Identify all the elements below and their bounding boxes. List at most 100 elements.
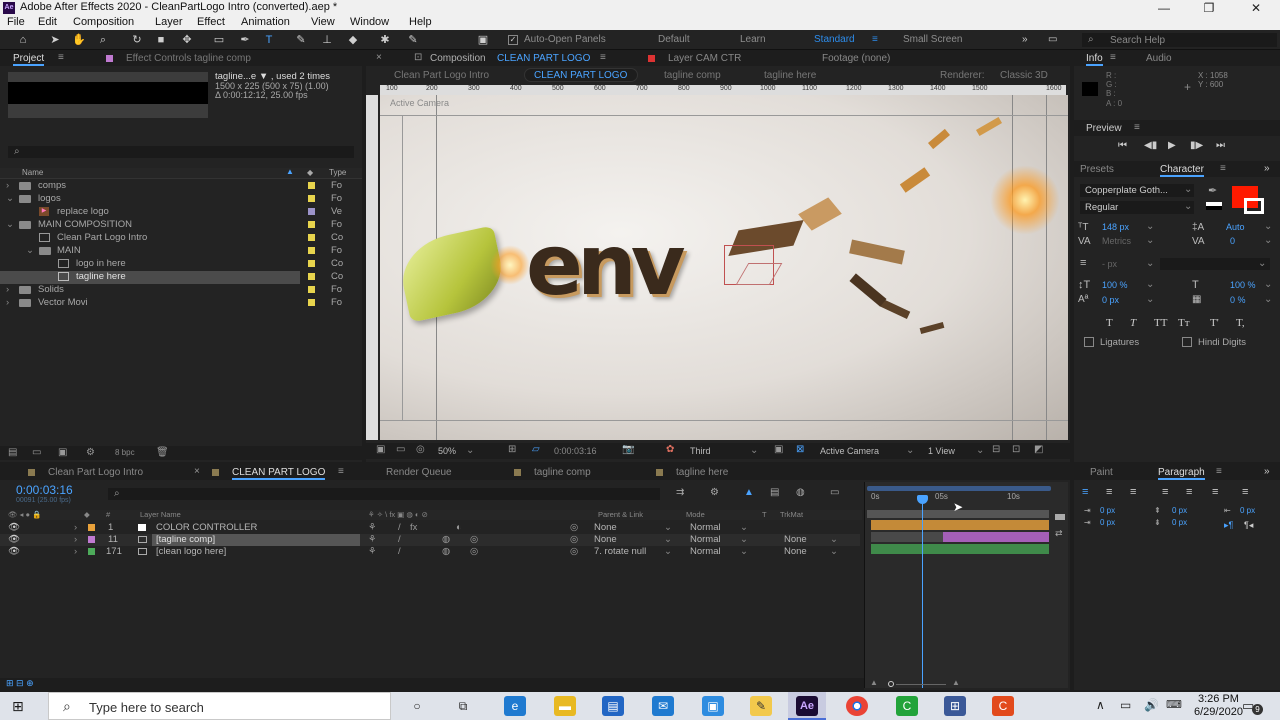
zoom-out-icon[interactable]: ▲ — [870, 678, 878, 687]
font-style-dropdown[interactable]: Regular ⌄ — [1080, 201, 1194, 214]
layer-row[interactable]: 👁 › 1 COLOR CONTROLLER ⚘ / fx ◐ ◎ None ⌄… — [0, 522, 860, 534]
hindi-digits-checkbox[interactable] — [1182, 337, 1192, 347]
workspace-standard[interactable]: Standard — [814, 34, 855, 45]
parent-value[interactable]: None — [594, 534, 617, 545]
bpc-label[interactable]: 8 bpc — [115, 448, 135, 457]
collapse-icon[interactable]: ⌄ — [26, 245, 34, 256]
quality-switch-icon[interactable]: / — [398, 546, 401, 557]
composition-tab-prefix[interactable]: Composition — [430, 53, 486, 64]
play-icon[interactable]: ▶ — [1168, 140, 1176, 151]
menu-window[interactable]: Window — [350, 16, 389, 28]
workspace-default[interactable]: Default — [658, 34, 690, 45]
frame-blending-icon[interactable]: ▤ — [770, 487, 779, 498]
roto-brush-tool-icon[interactable]: ✱ — [378, 33, 392, 47]
dropdown-icon[interactable]: ⌄ — [1146, 294, 1154, 305]
cortana-icon[interactable]: ○ — [406, 696, 428, 716]
transparency-grid-icon[interactable]: ⊠ — [796, 444, 804, 455]
paragraph-menu-icon[interactable]: ≡ — [1216, 466, 1222, 477]
character-menu-icon[interactable]: ≡ — [1220, 163, 1226, 174]
project-item[interactable]: ⌄ MAIN COMPOSITION Fo — [0, 219, 362, 232]
leading-value[interactable]: Auto — [1226, 222, 1245, 232]
dropdown-icon[interactable]: ⌄ — [1146, 221, 1154, 232]
stroke-type-dropdown[interactable]: ⌄ — [1160, 258, 1270, 270]
paint-tab[interactable]: Paint — [1090, 467, 1113, 478]
expand-icon[interactable]: › — [74, 534, 77, 545]
dropdown-icon[interactable]: ⌄ — [664, 522, 672, 533]
pen-tool-icon[interactable]: ✒ — [238, 33, 252, 47]
info-tab[interactable]: Info — [1086, 53, 1103, 66]
shy-switch-icon[interactable]: ⚘ — [368, 522, 377, 533]
preview-menu-icon[interactable]: ≡ — [1134, 122, 1140, 133]
photos-icon[interactable]: ▣ — [702, 696, 724, 716]
close-tab-icon[interactable]: × — [376, 52, 382, 63]
composition-canvas[interactable]: Active Camera env — [380, 95, 1068, 440]
lock-icon[interactable]: ⊡ — [414, 52, 422, 63]
indent-right-value[interactable]: 0 px — [1240, 506, 1255, 515]
color-channel-icon[interactable]: ✿ — [666, 444, 674, 455]
audio-tab[interactable]: Audio — [1146, 53, 1172, 64]
project-item-selected[interactable]: tagline here — [0, 271, 300, 284]
project-item[interactable]: ▶ replace logo Ve — [0, 206, 362, 219]
first-frame-icon[interactable]: ⏮ — [1118, 140, 1127, 151]
mode-header[interactable]: Mode — [686, 510, 705, 519]
view-camera-value[interactable]: Active Camera — [820, 446, 879, 456]
shy-switch-icon[interactable]: ⚘ — [368, 546, 377, 557]
comp-button-icon[interactable]: ⇄ — [1055, 528, 1063, 539]
type-tool-icon[interactable]: T — [262, 33, 276, 47]
fast-preview-icon[interactable]: ◩ — [1034, 444, 1043, 455]
viewer-timecode[interactable]: 0:00:03:16 — [554, 446, 597, 456]
work-area-bar[interactable] — [867, 486, 1051, 491]
zoom-slider-thumb[interactable] — [888, 681, 894, 687]
layer-tab[interactable]: Layer CAM CTR — [668, 53, 741, 64]
project-item[interactable]: ⌄ MAIN Fo — [0, 245, 362, 258]
mode-value[interactable]: Normal — [690, 522, 721, 533]
selection-tool-icon[interactable]: ➤ — [48, 33, 62, 47]
faux-bold-button[interactable]: T — [1106, 317, 1113, 329]
breadcrumb-item[interactable]: Clean Part Logo Intro — [394, 70, 489, 81]
layer-switches-icon[interactable]: ⊞ ⊟ ⊕ — [6, 678, 34, 689]
visibility-icon[interactable]: 👁 — [8, 534, 20, 545]
workspace-menu-icon[interactable]: ≡ — [872, 34, 878, 45]
horizontal-scale-value[interactable]: 100 % — [1230, 280, 1256, 290]
small-caps-button[interactable]: Tт — [1178, 317, 1190, 329]
space-after-value[interactable]: 0 px — [1172, 518, 1187, 527]
effect-controls-tab[interactable]: Effect Controls tagline comp — [126, 53, 251, 64]
subscript-button[interactable]: T, — [1236, 317, 1245, 329]
layer-label-swatch[interactable] — [88, 524, 95, 531]
zoom-tool-icon[interactable]: ⌕ — [96, 33, 110, 47]
auto-open-checkbox[interactable]: ✓ — [508, 35, 518, 45]
paragraph-tab[interactable]: Paragraph — [1158, 467, 1205, 480]
fx-switch-icon[interactable]: fx — [410, 522, 417, 533]
trkmat-header[interactable]: TrkMat — [780, 510, 803, 519]
chrome-icon[interactable] — [846, 696, 868, 716]
align-right-icon[interactable]: ≡ — [1130, 486, 1136, 498]
project-item[interactable]: ⌄ logos Fo — [0, 193, 362, 206]
camera-dropdown-icon[interactable]: ⌄ — [906, 445, 914, 456]
font-family-dropdown[interactable]: Copperplate Goth... ⌄ — [1080, 184, 1194, 197]
vertical-scale-value[interactable]: 100 % — [1102, 280, 1128, 290]
3d-switch-icon[interactable]: ◐ — [456, 522, 462, 533]
justify-all-icon[interactable]: ≡ — [1242, 486, 1248, 498]
after-effects-taskbar-item[interactable]: Ae — [788, 692, 826, 720]
faux-italic-button[interactable]: T — [1130, 317, 1136, 329]
views-dropdown-icon[interactable]: ⌄ — [976, 445, 984, 456]
trkmat-value[interactable]: None — [784, 534, 807, 545]
info-menu-icon[interactable]: ≡ — [1110, 52, 1116, 63]
quality-switch-icon[interactable]: / — [398, 522, 401, 533]
layer-name[interactable]: [clean logo here] — [156, 546, 226, 557]
dropdown-icon[interactable]: ⌄ — [1264, 235, 1272, 246]
menu-view[interactable]: View — [311, 16, 335, 28]
dropdown-icon[interactable]: ⌄ — [1146, 279, 1154, 290]
menu-file[interactable]: File — [7, 16, 25, 28]
new-comp-icon[interactable]: ▣ — [58, 447, 67, 458]
network-app-icon[interactable]: ⊞ — [944, 696, 966, 716]
menu-animation[interactable]: Animation — [241, 16, 290, 28]
layer-label-swatch[interactable] — [88, 548, 95, 555]
close-tab-icon[interactable]: × — [194, 466, 200, 477]
taskbar-date[interactable]: 6/29/2020 — [1194, 706, 1243, 718]
mode-value[interactable]: Normal — [690, 534, 721, 545]
project-item[interactable]: › Solids Fo — [0, 284, 362, 297]
trash-icon[interactable]: 🗑 — [156, 447, 169, 458]
resolution-dropdown-icon[interactable]: ⌄ — [750, 445, 758, 456]
dropdown-icon[interactable]: ⌄ — [664, 534, 672, 545]
